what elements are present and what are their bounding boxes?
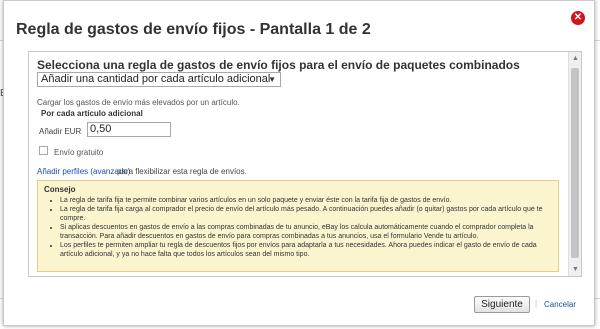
- scrollbar-thumb[interactable]: [571, 68, 579, 258]
- scroll-up-icon[interactable]: ▲: [569, 52, 581, 65]
- footer-separator: |: [535, 299, 538, 308]
- next-button[interactable]: Siguiente: [474, 296, 530, 313]
- scroll-down-icon[interactable]: ▼: [569, 263, 581, 276]
- vertical-scrollbar[interactable]: ▲ ▼: [568, 52, 581, 276]
- flat-shipping-rule-dialog: Regla de gastos de envío fijos - Pantall…: [3, 0, 595, 326]
- tip-item: Los perfiles te permiten ampliar tu regl…: [60, 241, 552, 259]
- tip-item: La regla de tarifa fija carga al comprad…: [60, 205, 552, 223]
- per-item-subheading: Por cada artículo adicional: [41, 109, 143, 118]
- cancel-link[interactable]: Cancelar: [544, 300, 576, 309]
- rule-form-panel: Selecciona una regla de gastos de envío …: [28, 51, 582, 277]
- rule-heading: Selecciona una regla de gastos de envío …: [37, 58, 520, 72]
- add-eur-label: Añadir EUR: [39, 127, 82, 136]
- close-icon[interactable]: ✕: [571, 11, 585, 25]
- tips-title: Consejo: [44, 185, 76, 194]
- tip-item: La regla de tarifa fija te permite combi…: [60, 196, 552, 205]
- tips-box: Consejo La regla de tarifa fija te permi…: [37, 180, 559, 272]
- free-shipping-label: Envío gratuito: [54, 148, 104, 157]
- dialog-title: Regla de gastos de envío fijos - Pantall…: [16, 21, 371, 38]
- rule-description: Cargar los gastos de envío más elevados …: [37, 98, 240, 107]
- add-eur-input[interactable]: 0,50: [87, 122, 171, 137]
- tips-list: La regla de tarifa fija te permite combi…: [44, 196, 552, 259]
- rule-select[interactable]: Añadir una cantidad por cada artículo ad…: [37, 72, 281, 87]
- rule-select-value: Añadir una cantidad por cada artículo ad…: [41, 73, 271, 85]
- scroll-content: Selecciona una regla de gastos de envío …: [29, 52, 567, 276]
- advanced-profiles-text: para flexibilizar esta regla de envíos.: [117, 167, 247, 176]
- tip-item: Si aplicas descuentos en gastos de envío…: [60, 223, 552, 241]
- chevron-down-icon: ▼: [268, 75, 276, 84]
- free-shipping-checkbox[interactable]: [39, 146, 48, 155]
